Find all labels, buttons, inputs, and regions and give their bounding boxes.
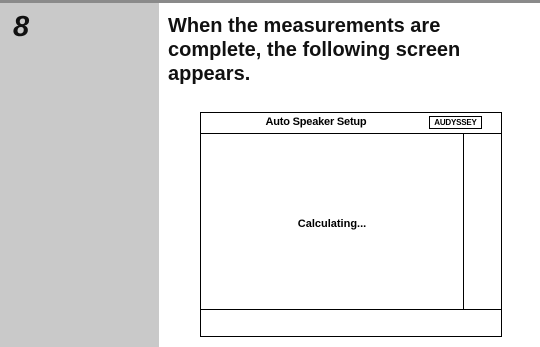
osd-body: Calculating...: [201, 134, 463, 309]
step-column: 8: [0, 3, 159, 347]
step-number: 8: [13, 11, 30, 43]
osd-footer: [201, 309, 501, 336]
osd-side-panel: [463, 134, 501, 309]
osd-header: Auto Speaker Setup AUDYSSEY: [201, 113, 501, 134]
step-instruction: When the measurements are complete, the …: [168, 15, 461, 85]
osd-screen-illustration: Auto Speaker Setup AUDYSSEY Calculating.…: [200, 112, 502, 337]
calculating-message: Calculating...: [297, 218, 367, 230]
audyssey-badge: AUDYSSEY: [429, 116, 482, 129]
osd-title: Auto Speaker Setup: [265, 116, 367, 128]
